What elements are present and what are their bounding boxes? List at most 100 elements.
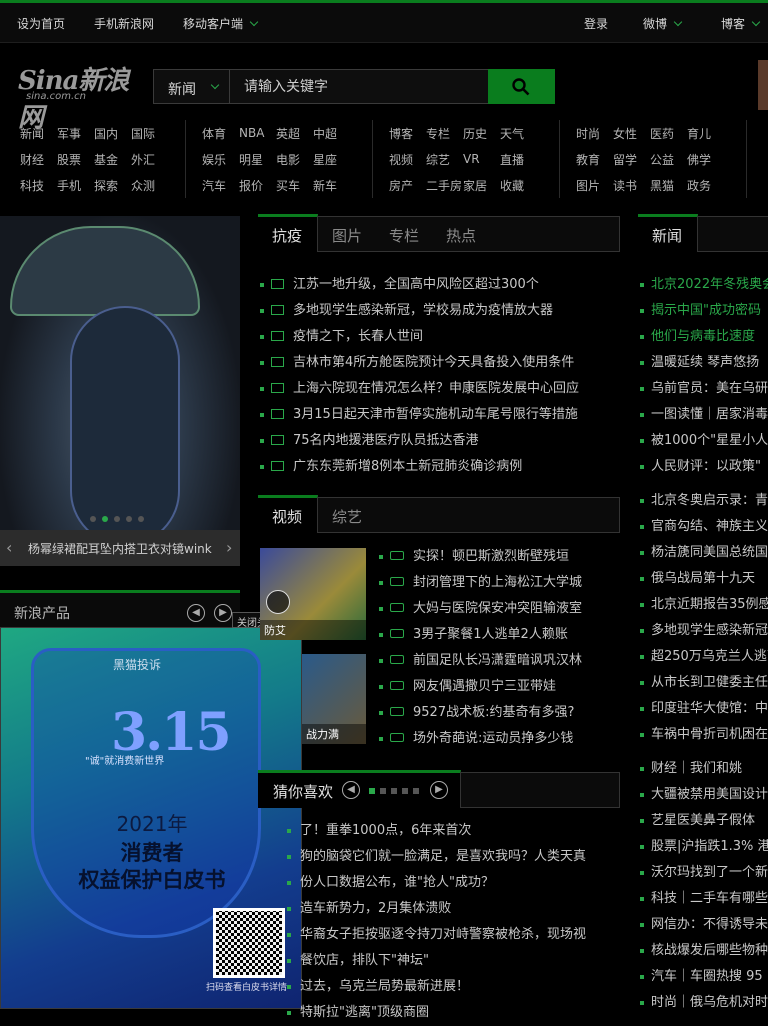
right-news-title[interactable]: 杨洁篪同美国总统国	[651, 545, 768, 560]
right-news-item[interactable]: 乌前官员：美在乌研	[640, 376, 768, 402]
nav-link[interactable]: 留学	[613, 151, 650, 168]
news-item[interactable]: 多地现学生感染新冠，学校易成为疫情放大器	[260, 298, 579, 324]
video-thumbnail[interactable]: 防艾	[260, 548, 366, 640]
nav-link[interactable]: 历史	[463, 125, 500, 142]
video-item[interactable]: 场外奇葩说:运动员挣多少钱	[379, 726, 582, 752]
right-news-title[interactable]: 时尚｜俄乌危机对时	[651, 995, 768, 1010]
news-item[interactable]: 上海六院现在情况怎么样？申康医院发展中心回应	[260, 376, 579, 402]
guess-title-text[interactable]: 特斯拉"逃离"顶级商圈	[300, 1005, 429, 1020]
tab-columns[interactable]: 专栏	[389, 225, 419, 246]
tab-variety[interactable]: 综艺	[332, 506, 362, 527]
news-title[interactable]: 多地现学生感染新冠，学校易成为疫情放大器	[293, 303, 553, 318]
right-news-title[interactable]: 俄乌战局第十九天	[651, 571, 755, 586]
video-title[interactable]: 大妈与医院保安冲突阻输液室	[413, 601, 582, 616]
nav-link[interactable]: 家居	[463, 177, 500, 194]
right-news-item[interactable]: 超250万乌克兰人逃离	[640, 644, 768, 670]
nav-link[interactable]: 专栏	[426, 125, 463, 142]
blog-menu[interactable]: 博客	[721, 15, 761, 32]
nav-link[interactable]: 国内	[94, 125, 131, 142]
video-item[interactable]: 实探！顿巴斯激烈断壁残垣	[379, 544, 582, 570]
right-news-title[interactable]: 科技｜二手车有哪些	[651, 891, 768, 906]
right-news-title[interactable]: 股票|沪指跌1.3% 港	[651, 839, 768, 854]
news-title[interactable]: 江苏一地升级，全国高中风险区超过300个	[293, 277, 539, 292]
guess-title-text[interactable]: 过去，乌克兰局势最新进展！	[300, 979, 469, 994]
nav-link[interactable]: 探索	[94, 177, 131, 194]
nav-link[interactable]: 视频	[389, 151, 426, 168]
weibo-menu[interactable]: 微博	[643, 15, 683, 32]
right-news-item[interactable]: 一图读懂｜居家消毒	[640, 402, 768, 428]
nav-link[interactable]: 众测	[131, 177, 168, 194]
video-title[interactable]: 实探！顿巴斯激烈断壁残垣	[413, 549, 569, 564]
nav-link[interactable]: 股票	[57, 151, 94, 168]
nav-link[interactable]: 汽车	[202, 177, 239, 194]
video-title[interactable]: 网友偶遇撒贝宁三亚带娃	[413, 679, 556, 694]
page-dot-active[interactable]	[369, 788, 375, 794]
tab-pictures[interactable]: 图片	[332, 225, 362, 246]
nav-link[interactable]: 育儿	[687, 125, 724, 142]
video-item[interactable]: 前国足队长冯潇霆暗讽巩汉林	[379, 648, 582, 674]
right-news-title[interactable]: 多地现学生感染新冠	[651, 623, 768, 638]
slide-dot[interactable]	[126, 516, 132, 522]
video-title[interactable]: 封闭管理下的上海松江大学城	[413, 575, 582, 590]
news-title[interactable]: 75名内地援港医疗队员抵达香港	[293, 433, 479, 448]
next-arrow-icon[interactable]: ▶	[430, 781, 448, 799]
news-item[interactable]: 吉林市第4所方舱医院预计今天具备投入使用条件	[260, 350, 579, 376]
prev-arrow-icon[interactable]: ◀	[342, 781, 360, 799]
right-news-title[interactable]: 被1000个"星星小人"	[651, 433, 768, 448]
nav-link[interactable]: 公益	[650, 151, 687, 168]
nav-link[interactable]: 军事	[57, 125, 94, 142]
right-news-title[interactable]: 财经｜我们和姚	[651, 761, 742, 776]
guess-title-text[interactable]: 份人口数据公布，谁"抢人"成功？	[300, 875, 494, 890]
guess-title-text[interactable]: 了！重拳1000点，6年来首次	[300, 823, 471, 838]
slide-dot[interactable]	[90, 516, 96, 522]
right-news-title[interactable]: 从市长到卫健委主任	[651, 675, 768, 690]
tab-antiepidemic[interactable]: 抗疫	[272, 225, 302, 246]
video-title[interactable]: 3男子聚餐1人逃单2人赖账	[413, 627, 568, 642]
right-news-item[interactable]: 汽车｜车圈热搜 95	[640, 964, 768, 990]
tab-right-news[interactable]: 新闻	[652, 225, 682, 246]
nav-link[interactable]: 中超	[313, 125, 350, 142]
guess-item[interactable]: 造车新势力，2月集体溃败	[287, 896, 586, 922]
right-news-title[interactable]: 汽车｜车圈热搜 95	[651, 969, 763, 984]
nav-link[interactable]: 读书	[613, 177, 650, 194]
right-news-item[interactable]: 大疆被禁用美国设计	[640, 782, 768, 808]
search-button[interactable]	[488, 69, 555, 104]
right-news-item[interactable]: 北京冬奥启示录：青	[640, 488, 768, 514]
nav-link[interactable]: 体育	[202, 125, 239, 142]
set-home-link[interactable]: 设为首页	[17, 15, 65, 32]
nav-link[interactable]: 科技	[20, 177, 57, 194]
news-title[interactable]: 疫情之下，长春人世间	[293, 329, 423, 344]
right-news-title[interactable]: 北京近期报告35例感	[651, 597, 768, 612]
next-arrow-icon[interactable]: ▶	[214, 604, 232, 622]
guess-item[interactable]: 了！重拳1000点，6年来首次	[287, 818, 586, 844]
page-dot[interactable]	[413, 788, 419, 794]
nav-link[interactable]: 基金	[94, 151, 131, 168]
news-item[interactable]: 75名内地援港医疗队员抵达香港	[260, 428, 579, 454]
nav-link[interactable]: 电影	[276, 151, 313, 168]
right-news-title[interactable]: 超250万乌克兰人逃离	[651, 649, 768, 664]
video-item[interactable]: 大妈与医院保安冲突阻输液室	[379, 596, 582, 622]
right-news-item[interactable]: 印度驻华大使馆：中	[640, 696, 768, 722]
right-news-title[interactable]: 人民财评：以政策"	[651, 459, 761, 474]
mobile-client-menu[interactable]: 移动客户端	[183, 15, 259, 32]
news-title[interactable]: 吉林市第4所方舱医院预计今天具备投入使用条件	[293, 355, 574, 370]
guess-item[interactable]: 份人口数据公布，谁"抢人"成功？	[287, 870, 586, 896]
right-news-title[interactable]: 温暖延续 琴声悠扬	[651, 355, 759, 370]
video-item[interactable]: 9527战术板:约基奇有多强?	[379, 700, 582, 726]
video-item[interactable]: 网友偶遇撒贝宁三亚带娃	[379, 674, 582, 700]
nav-link[interactable]: 博客	[389, 125, 426, 142]
video-thumbnail[interactable]: 战力满	[302, 654, 366, 744]
right-news-item[interactable]: 杨洁篪同美国总统国	[640, 540, 768, 566]
right-news-item[interactable]: 艺星医美鼻子假体	[640, 808, 768, 834]
right-news-item[interactable]: 揭示中国"成功密码	[640, 298, 768, 324]
nav-link[interactable]: 天气	[500, 125, 537, 142]
slide-dot[interactable]	[138, 516, 144, 522]
guess-item[interactable]: 餐饮店，排队下"神坛"	[287, 948, 586, 974]
nav-link[interactable]: 星座	[313, 151, 350, 168]
guess-title-text[interactable]: 造车新势力，2月集体溃败	[300, 901, 451, 916]
news-item[interactable]: 3月15日起天津市暂停实施机动车尾号限行等措施	[260, 402, 579, 428]
sina-logo[interactable]: Sina新浪网 sina.com.cn	[18, 60, 136, 133]
nav-link[interactable]: 手机	[57, 177, 94, 194]
tab-video[interactable]: 视频	[272, 506, 302, 527]
right-news-item[interactable]: 时尚｜俄乌危机对时	[640, 990, 768, 1016]
